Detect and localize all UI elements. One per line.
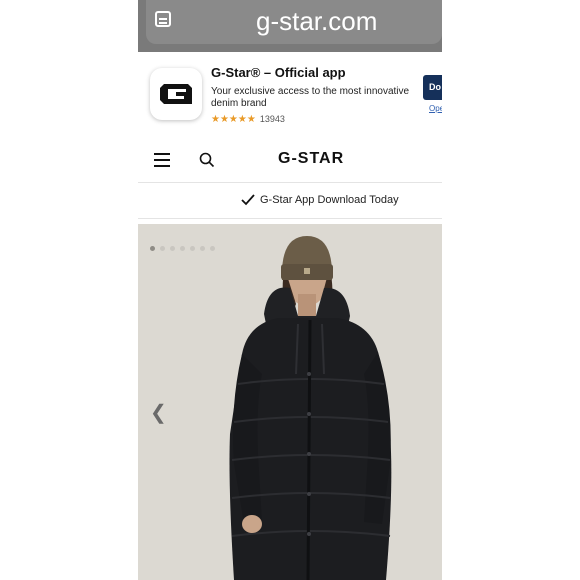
open-link[interactable]: Ope	[429, 104, 442, 113]
app-icon[interactable]	[150, 68, 202, 120]
app-description: Your exclusive access to the most innova…	[211, 86, 410, 109]
rating-count: 13943	[259, 114, 285, 124]
previous-image-arrow-icon[interactable]: ❮	[150, 400, 167, 425]
app-rating: ★★★★★ 13943	[211, 114, 285, 125]
product-image-carousel[interactable]: ❮	[138, 224, 442, 580]
g-star-logo-icon	[160, 84, 192, 104]
site-header: G-STAR	[138, 140, 442, 183]
url-text[interactable]: g-star.com	[256, 6, 377, 37]
carousel-dot[interactable]	[170, 246, 175, 251]
carousel-dot[interactable]	[150, 246, 155, 251]
phone-screen: g-star.com G-Star® – Official app Your e…	[138, 0, 442, 580]
rating-stars: ★★★★★	[211, 114, 256, 125]
search-icon[interactable]	[199, 152, 215, 168]
carousel-dots	[150, 238, 220, 256]
promo-text: G-Star App Download Today	[260, 194, 399, 206]
smart-app-banner: G-Star® – Official app Your exclusive ac…	[138, 60, 442, 138]
carousel-dot[interactable]	[180, 246, 185, 251]
product-image	[229, 236, 392, 580]
download-button[interactable]: Do	[423, 75, 442, 100]
carousel-dot[interactable]	[200, 246, 205, 251]
carousel-dot[interactable]	[190, 246, 195, 251]
carousel-dot[interactable]	[210, 246, 215, 251]
site-logo[interactable]: G-STAR	[278, 150, 344, 168]
hamburger-menu-icon[interactable]	[154, 153, 170, 167]
promo-strip[interactable]: G-Star App Download Today	[138, 183, 442, 219]
browser-chrome: g-star.com	[138, 0, 442, 52]
app-title: G-Star® – Official app	[211, 65, 346, 80]
carousel-dot[interactable]	[160, 246, 165, 251]
tabs-icon[interactable]	[154, 10, 174, 30]
checkmark-icon	[241, 194, 255, 206]
url-bar[interactable]: g-star.com	[146, 0, 442, 44]
